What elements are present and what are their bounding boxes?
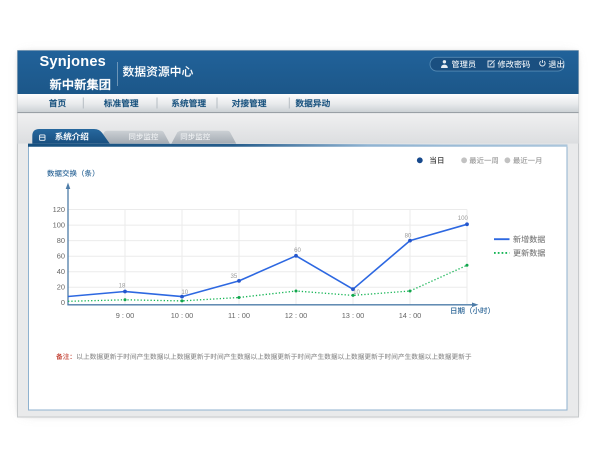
svg-text:10: 10 bbox=[353, 289, 360, 296]
svg-text:12 : 00: 12 : 00 bbox=[285, 311, 308, 320]
svg-text:0: 0 bbox=[61, 298, 65, 307]
svg-text:Synjones: Synjones bbox=[40, 54, 106, 70]
svg-text:13 : 00: 13 : 00 bbox=[342, 311, 365, 320]
svg-text:9 : 00: 9 : 00 bbox=[116, 311, 135, 320]
svg-text:35: 35 bbox=[231, 273, 238, 280]
svg-text:120: 120 bbox=[53, 205, 65, 214]
svg-text:80: 80 bbox=[57, 236, 65, 245]
svg-text:60: 60 bbox=[294, 247, 301, 254]
svg-text:11 : 00: 11 : 00 bbox=[228, 311, 250, 320]
svg-text:10 : 00: 10 : 00 bbox=[171, 311, 194, 320]
svg-text:60: 60 bbox=[57, 252, 65, 261]
svg-text:100: 100 bbox=[53, 221, 65, 230]
svg-text:14 : 00: 14 : 00 bbox=[399, 311, 422, 320]
svg-text:20: 20 bbox=[57, 283, 65, 292]
svg-text:10: 10 bbox=[181, 289, 188, 296]
svg-text:40: 40 bbox=[57, 267, 65, 276]
svg-text:100: 100 bbox=[458, 215, 469, 222]
svg-text:80: 80 bbox=[405, 233, 412, 240]
svg-text:18: 18 bbox=[119, 282, 126, 289]
